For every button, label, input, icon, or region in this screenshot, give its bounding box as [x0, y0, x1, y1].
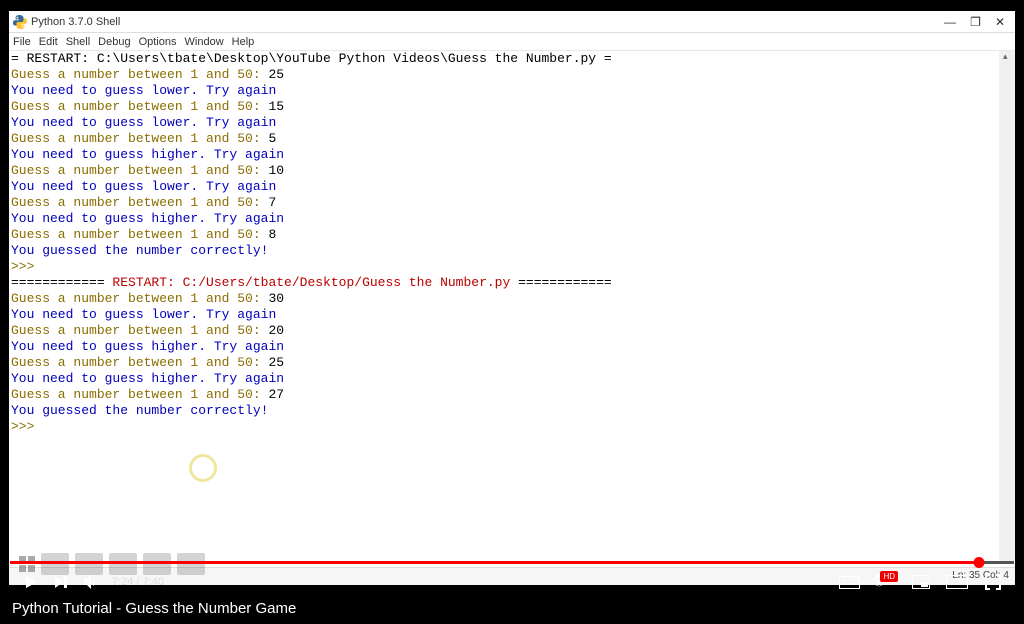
next-button[interactable]	[46, 567, 76, 597]
shell-line: = RESTART: C:\Users\tbate\Desktop\YouTub…	[11, 51, 997, 67]
shell-line: You need to guess lower. Try again	[11, 115, 997, 131]
hd-badge: HD	[880, 571, 898, 582]
fullscreen-button[interactable]	[978, 567, 1008, 597]
volume-icon	[82, 573, 100, 591]
captions-button[interactable]: CC	[834, 567, 864, 597]
shell-line: You need to guess lower. Try again	[11, 83, 997, 99]
shell-line: Guess a number between 1 and 50: 25	[11, 67, 997, 83]
window-minimize-button[interactable]: —	[944, 15, 956, 29]
shell-line: You need to guess lower. Try again	[11, 307, 997, 323]
miniplayer-button[interactable]	[906, 567, 936, 597]
window-titlebar: Python 3.7.0 Shell — ❐ ✕	[9, 11, 1015, 33]
window-controls: — ❐ ✕	[944, 15, 1011, 29]
shell-line: Guess a number between 1 and 50: 8	[11, 227, 997, 243]
progress-fill	[10, 561, 979, 564]
menu-window[interactable]: Window	[185, 36, 224, 48]
idle-window: Python 3.7.0 Shell — ❐ ✕ File Edit Shell…	[8, 10, 1016, 586]
theater-icon	[946, 575, 968, 589]
window-close-button[interactable]: ✕	[995, 15, 1005, 29]
shell-line: Guess a number between 1 and 50: 10	[11, 163, 997, 179]
shell-line: Guess a number between 1 and 50: 20	[11, 323, 997, 339]
progress-thumb[interactable]	[973, 557, 984, 568]
shell-line: You need to guess higher. Try again	[11, 339, 997, 355]
shell-line: Guess a number between 1 and 50: 15	[11, 99, 997, 115]
youtube-player-controls: 7:24 / 7:40 CC HD	[8, 564, 1016, 600]
menu-file[interactable]: File	[13, 36, 31, 48]
menu-debug[interactable]: Debug	[98, 36, 130, 48]
next-icon	[53, 574, 69, 590]
progress-bar[interactable]	[10, 561, 1014, 564]
volume-button[interactable]	[76, 567, 106, 597]
menu-help[interactable]: Help	[232, 36, 255, 48]
shell-line: You guessed the number correctly!	[11, 243, 997, 259]
python-icon	[13, 15, 27, 29]
menu-shell[interactable]: Shell	[66, 36, 90, 48]
shell-line: >>>	[11, 259, 997, 275]
shell-line: Guess a number between 1 and 50: 27	[11, 387, 997, 403]
video-title: Python Tutorial - Guess the Number Game	[12, 600, 296, 617]
shell-line: Guess a number between 1 and 50: 7	[11, 195, 997, 211]
current-time: 7:24	[112, 576, 133, 588]
shell-line: You need to guess higher. Try again	[11, 147, 997, 163]
vertical-scrollbar[interactable]	[999, 51, 1015, 561]
menu-options[interactable]: Options	[139, 36, 177, 48]
miniplayer-icon	[912, 575, 930, 589]
shell-line: Guess a number between 1 and 50: 30	[11, 291, 997, 307]
shell-line: You need to guess higher. Try again	[11, 371, 997, 387]
shell-line: You need to guess higher. Try again	[11, 211, 997, 227]
play-icon	[23, 574, 39, 590]
window-maximize-button[interactable]: ❐	[970, 15, 981, 29]
fullscreen-icon	[985, 574, 1001, 590]
window-title: Python 3.7.0 Shell	[31, 16, 944, 28]
shell-line: >>>	[11, 419, 997, 435]
shell-output[interactable]: = RESTART: C:\Users\tbate\Desktop\YouTub…	[11, 51, 997, 561]
shell-line: Guess a number between 1 and 50: 5	[11, 131, 997, 147]
shell-line: You need to guess lower. Try again	[11, 179, 997, 195]
cc-icon: CC	[839, 576, 860, 589]
shell-line: Guess a number between 1 and 50: 25	[11, 355, 997, 371]
settings-button[interactable]: HD	[870, 567, 900, 597]
play-button[interactable]	[16, 567, 46, 597]
menu-edit[interactable]: Edit	[39, 36, 58, 48]
shell-line: You guessed the number correctly!	[11, 403, 997, 419]
theater-button[interactable]	[942, 567, 972, 597]
time-display: 7:24 / 7:40	[112, 576, 164, 588]
shell-line: ============ RESTART: C:/Users/tbate/Des…	[11, 275, 997, 291]
menu-bar: File Edit Shell Debug Options Window Hel…	[9, 33, 1015, 51]
total-time: 7:40	[143, 576, 164, 588]
